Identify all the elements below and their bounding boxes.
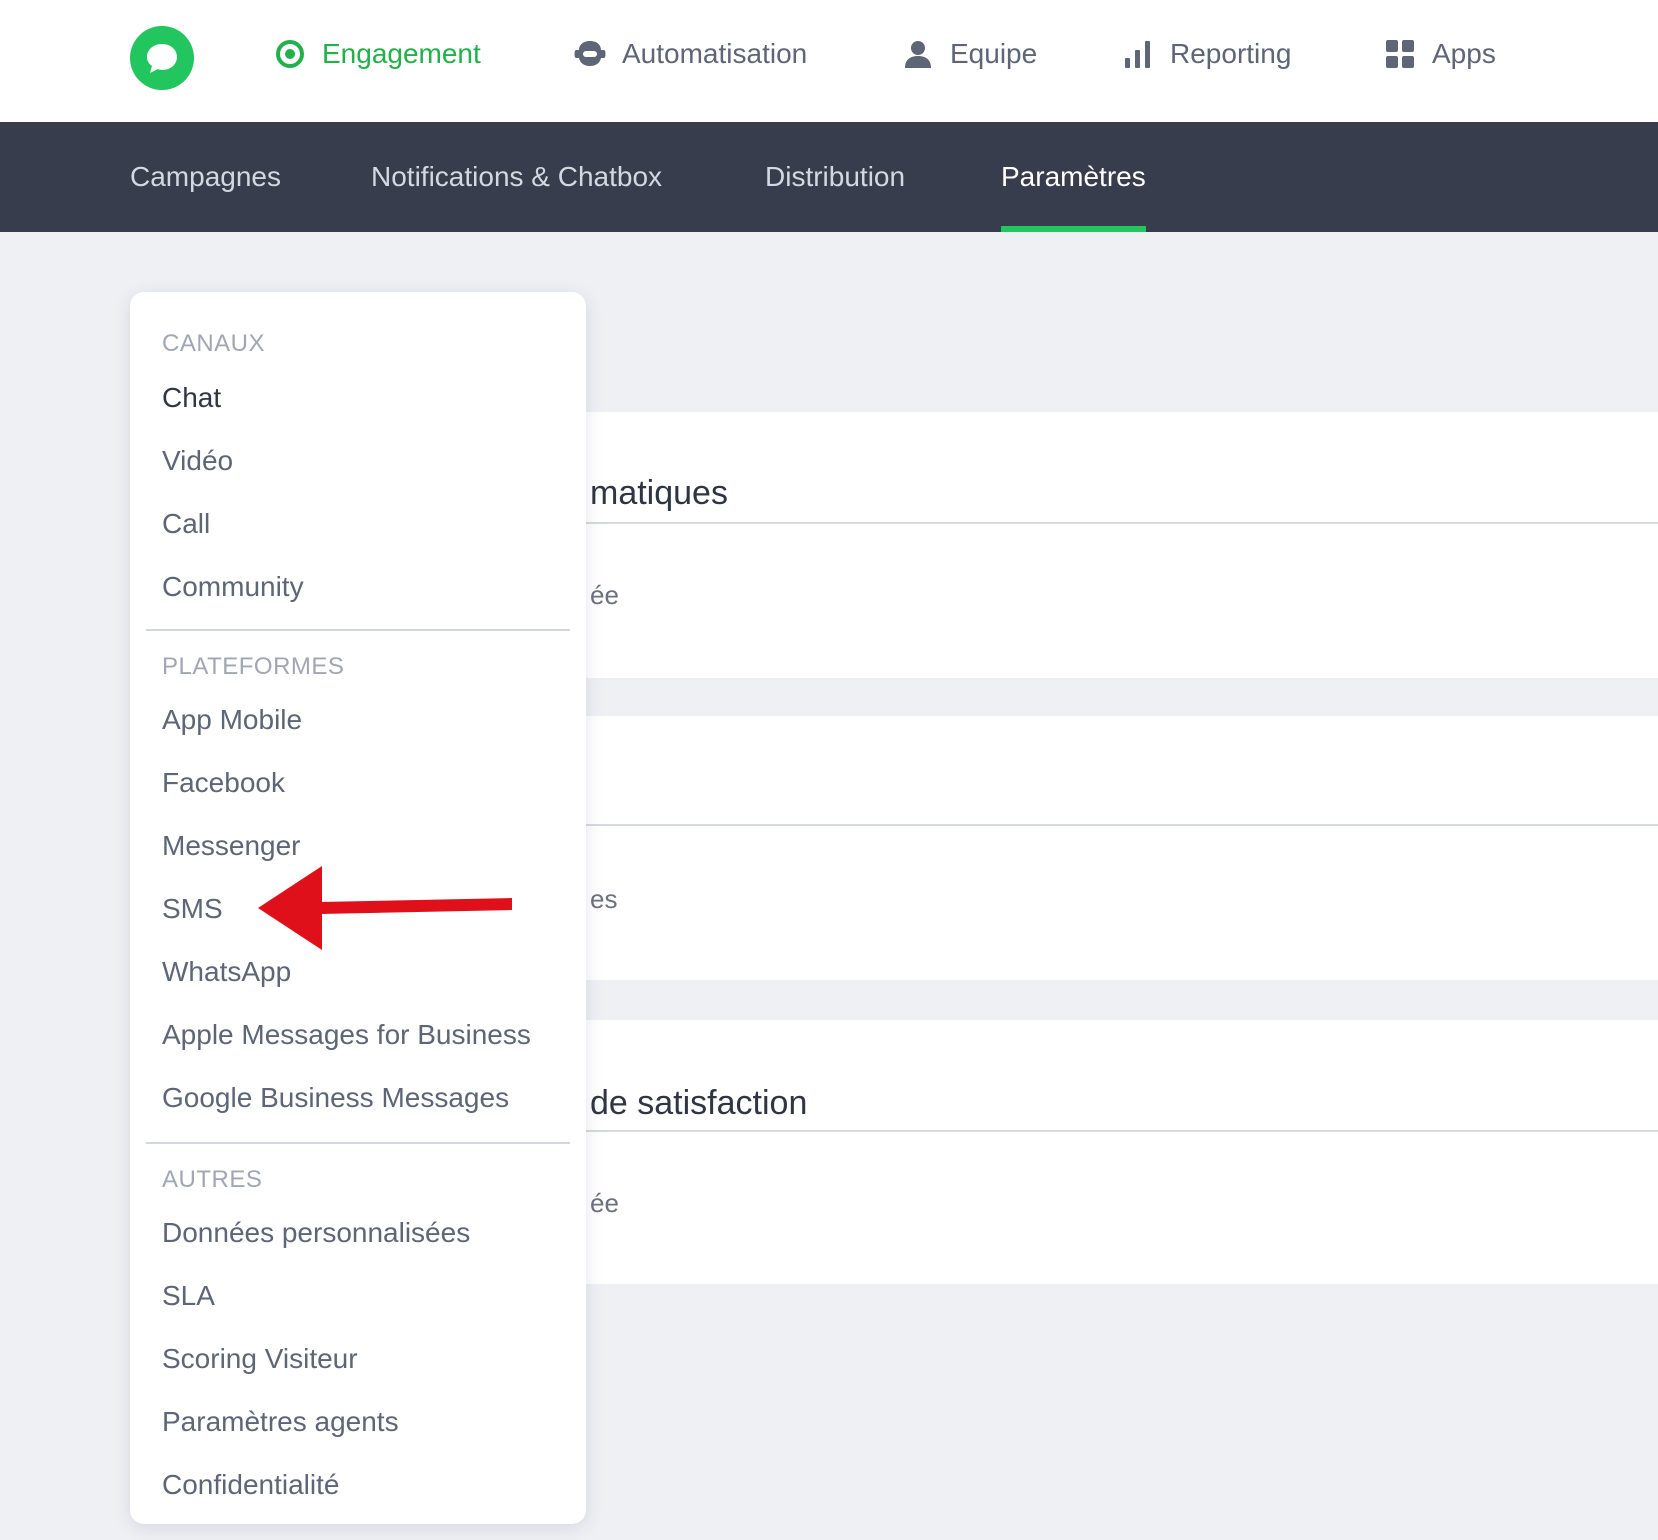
menu-item-video[interactable]: Vidéo (162, 445, 233, 477)
card-title: matiques (590, 474, 728, 512)
menu-item-google-business-messages[interactable]: Google Business Messages (162, 1082, 509, 1114)
settings-card-2: es (570, 716, 1658, 980)
robot-icon (572, 36, 608, 72)
settings-card-1: matiques ée (570, 412, 1658, 678)
user-icon (900, 36, 936, 72)
card-status: ée (590, 580, 619, 610)
menu-item-scoring-visiteur[interactable]: Scoring Visiteur (162, 1343, 358, 1375)
app-logo[interactable] (130, 26, 194, 90)
card-title: de satisfaction (590, 1084, 808, 1122)
card-divider (570, 824, 1658, 826)
nav-equipe-label: Equipe (950, 38, 1038, 69)
menu-item-sla[interactable]: SLA (162, 1280, 215, 1312)
red-arrow-annotation (258, 866, 512, 950)
chat-bubble-icon (147, 44, 177, 73)
menu-item-whatsapp[interactable]: WhatsApp (162, 956, 291, 988)
card-divider (570, 522, 1658, 524)
card-status: ée (590, 1188, 619, 1218)
nav-automatisation-label: Automatisation (622, 38, 808, 69)
menu-divider (146, 1142, 570, 1144)
target-icon (272, 36, 308, 72)
grid-icon (1382, 36, 1418, 72)
settings-card-3: de satisfaction ée (570, 1020, 1658, 1284)
nav-reporting-label: Reporting (1170, 38, 1292, 69)
nav-engagement-label: Engagement (322, 38, 481, 69)
top-navigation: Engagement Automatisation Equipe Reporti… (0, 0, 1658, 122)
tab-parametres[interactable]: Paramètres (1001, 122, 1146, 232)
bar-chart-icon (1120, 36, 1156, 72)
card-status: es (590, 884, 618, 914)
nav-equipe[interactable]: Equipe (900, 34, 1037, 74)
menu-item-donnees-personnalisees[interactable]: Données personnalisées (162, 1217, 470, 1249)
nav-engagement[interactable]: Engagement (272, 34, 481, 74)
menu-item-parametres-agents[interactable]: Paramètres agents (162, 1406, 399, 1438)
menu-item-sms[interactable]: SMS (162, 893, 223, 925)
menu-item-messenger[interactable]: Messenger (162, 830, 301, 862)
menu-item-app-mobile[interactable]: App Mobile (162, 704, 302, 736)
menu-item-call[interactable]: Call (162, 508, 210, 540)
nav-automatisation[interactable]: Automatisation (572, 34, 807, 74)
menu-item-community[interactable]: Community (162, 571, 304, 603)
menu-item-chat[interactable]: Chat (162, 382, 221, 414)
tab-distribution[interactable]: Distribution (765, 122, 905, 232)
nav-apps[interactable]: Apps (1382, 34, 1496, 74)
menu-item-apple-messages[interactable]: Apple Messages for Business (162, 1019, 531, 1051)
nav-reporting[interactable]: Reporting (1120, 34, 1291, 74)
nav-apps-label: Apps (1432, 38, 1496, 69)
menu-divider (146, 629, 570, 631)
sub-navigation: Campagnes Notifications & Chatbox Distri… (0, 122, 1658, 232)
menu-item-facebook[interactable]: Facebook (162, 767, 285, 799)
menu-item-confidentialite[interactable]: Confidentialité (162, 1469, 339, 1501)
menu-section-canaux: CANAUX (162, 330, 266, 357)
card-divider (570, 1130, 1658, 1132)
tab-campagnes[interactable]: Campagnes (130, 122, 281, 232)
menu-section-plateformes: PLATEFORMES (162, 653, 345, 680)
tab-notifications-chatbox[interactable]: Notifications & Chatbox (371, 122, 662, 232)
menu-section-autres: AUTRES (162, 1166, 263, 1193)
